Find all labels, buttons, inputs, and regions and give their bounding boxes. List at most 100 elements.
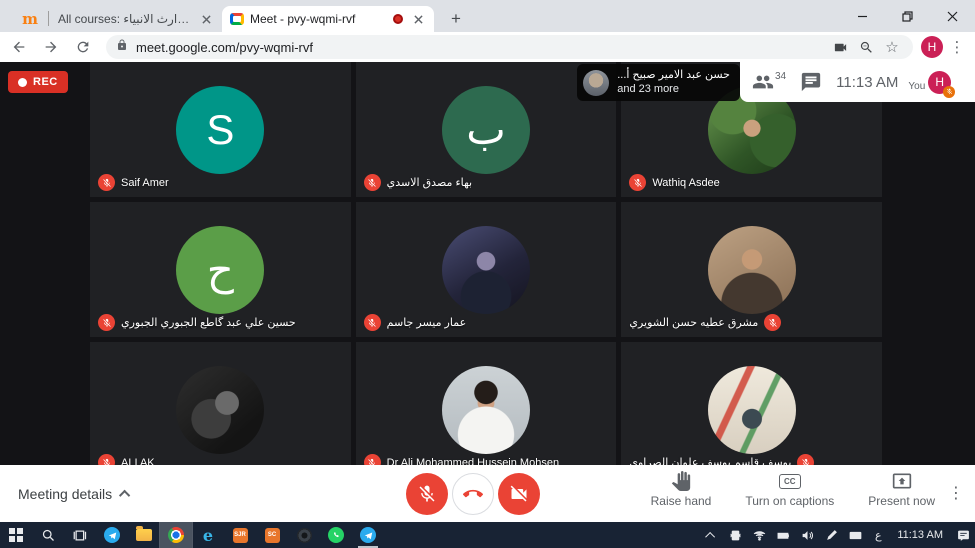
lock-icon — [116, 38, 128, 56]
chat-icon — [800, 71, 822, 93]
chrome-icon — [168, 527, 184, 543]
restore-button[interactable] — [885, 0, 930, 32]
avatar: ح — [176, 226, 264, 314]
telegram-icon — [104, 527, 120, 543]
battery-icon — [777, 529, 790, 542]
tab-separator — [48, 11, 49, 26]
present-now-button[interactable]: Present now — [868, 471, 935, 508]
moodle-favicon-icon: m — [22, 10, 38, 28]
participant-tile[interactable]: ح حسين علي عبد گاطع الجبوري الجبوري — [90, 202, 351, 337]
taskbar-app-sc[interactable]: SC — [256, 522, 288, 548]
call-end-icon — [463, 484, 483, 504]
forward-button[interactable] — [38, 34, 64, 60]
captions-label: Turn on captions — [745, 494, 834, 508]
meeting-details-button[interactable]: Meeting details — [18, 465, 130, 522]
taskbar-media-app[interactable] — [288, 522, 320, 548]
mic-muted-icon — [364, 454, 381, 465]
participant-name-tag: مشرق عطيه حسن الشويري — [629, 314, 781, 331]
tray-pen-button[interactable] — [819, 522, 843, 548]
mic-muted-icon — [98, 174, 115, 191]
close-button[interactable] — [930, 0, 975, 32]
tab-close-icon[interactable] — [410, 11, 426, 27]
tray-wifi-button[interactable] — [747, 522, 771, 548]
bookmark-star-icon[interactable]: ☆ — [881, 36, 903, 58]
participant-name: Saif Amer — [121, 177, 169, 189]
screen: m All courses: جامعة وارث الانبياء Meet … — [0, 0, 975, 548]
meet-control-bar: Meeting details Raise hand CC Turn on ca… — [0, 465, 975, 522]
taskbar-whatsapp[interactable] — [320, 522, 352, 548]
sjr-app-icon: SJR — [233, 528, 248, 543]
speaker-name: حسن عبد الامير صبيح أ... — [617, 69, 730, 83]
avatar-photo — [442, 226, 530, 314]
raise-hand-button[interactable]: Raise hand — [651, 471, 712, 508]
taskbar-app-sjr[interactable]: SJR — [224, 522, 256, 548]
taskbar-clock[interactable]: 11:13 AM — [889, 529, 951, 541]
captions-button[interactable]: CC Turn on captions — [745, 471, 834, 508]
taskbar-telegram-2-active[interactable] — [352, 522, 384, 548]
participant-name-tag: Dr Ali Mohammed Hussein Mohsen — [364, 454, 559, 465]
more-options-icon[interactable]: ⋮ — [947, 483, 965, 503]
meet-stage: REC S Saif Amer ب بهاء مصدق الاسدي — [0, 62, 975, 465]
tray-touch-keyboard-button[interactable] — [843, 522, 867, 548]
raise-hand-label: Raise hand — [651, 494, 712, 508]
cast-device-icon — [729, 529, 742, 542]
present-icon — [892, 471, 912, 491]
tray-expand-button[interactable] — [699, 522, 723, 548]
participant-tile[interactable]: يوسف قاسم يوسف علوان الصراوي — [621, 342, 882, 465]
taskbar-chrome-active[interactable] — [160, 522, 192, 548]
leave-call-button[interactable] — [452, 473, 494, 515]
participant-name: بهاء مصدق الاسدي — [387, 176, 472, 189]
participant-name: يوسف قاسم يوسف علوان الصراوي — [629, 456, 791, 465]
search-button[interactable] — [32, 522, 64, 548]
avatar-photo — [708, 366, 796, 454]
avatar-photo — [176, 366, 264, 454]
tray-battery-button[interactable] — [771, 522, 795, 548]
captions-icon: CC — [779, 474, 801, 489]
taskbar-telegram[interactable] — [96, 522, 128, 548]
language-indicator[interactable]: ع — [867, 529, 889, 542]
hand-icon — [671, 471, 691, 491]
tab-recording-indicator-icon — [393, 14, 403, 24]
start-button[interactable] — [0, 522, 32, 548]
taskbar-file-explorer[interactable] — [128, 522, 160, 548]
zoom-out-icon[interactable] — [855, 36, 877, 58]
participant-tile[interactable]: S Saif Amer — [90, 62, 351, 197]
reload-button[interactable] — [70, 34, 96, 60]
more-participants-label: and 23 more — [617, 83, 679, 97]
active-speaker-pill[interactable]: حسن عبد الامير صبيح أ... and 23 more — [577, 64, 740, 101]
participant-name-tag: يوسف قاسم يوسف علوان الصراوي — [629, 454, 814, 465]
meeting-clock: 11:13 AM — [836, 74, 898, 91]
address-bar[interactable]: meet.google.com/pvy-wqmi-rvf ☆ — [106, 35, 913, 59]
tab-all-courses[interactable]: All courses: جامعة وارث الانبياء — [52, 6, 220, 32]
participants-button[interactable]: 34 — [752, 71, 786, 93]
participant-tile[interactable]: Dr Ali Mohammed Hussein Mohsen — [356, 342, 617, 465]
chat-button[interactable] — [800, 71, 822, 93]
taskbar-edge[interactable]: e — [192, 522, 224, 548]
mic-muted-icon — [364, 314, 381, 331]
tab-meet-active[interactable]: Meet - pvy-wqmi-rvf — [222, 6, 434, 32]
browser-profile-avatar[interactable]: H — [921, 36, 943, 58]
tray-volume-button[interactable] — [795, 522, 819, 548]
present-label: Present now — [868, 494, 935, 508]
camera-in-use-icon[interactable] — [829, 36, 851, 58]
tray-cast-button[interactable] — [723, 522, 747, 548]
task-view-button[interactable] — [64, 522, 96, 548]
self-muted-badge-icon — [943, 86, 955, 98]
self-view[interactable]: You H — [908, 71, 951, 94]
new-tab-button[interactable]: + — [444, 7, 468, 31]
action-center-button[interactable] — [951, 522, 975, 548]
participant-name: ALI AK — [121, 457, 155, 466]
minimize-button[interactable] — [840, 0, 885, 32]
chevron-up-icon — [119, 489, 130, 500]
browser-menu-icon[interactable]: ⋮ — [947, 38, 967, 56]
participant-tile[interactable]: ALI AK — [90, 342, 351, 465]
camera-off-button[interactable] — [498, 473, 540, 515]
tab-close-icon[interactable] — [198, 11, 214, 27]
disc-app-icon — [297, 528, 312, 543]
mute-microphone-button[interactable] — [406, 473, 448, 515]
participant-tile[interactable]: عمار ميسر جاسم — [356, 202, 617, 337]
back-button[interactable] — [6, 34, 32, 60]
participant-name-tag: عمار ميسر جاسم — [364, 314, 466, 331]
participant-tile[interactable]: مشرق عطيه حسن الشويري — [621, 202, 882, 337]
tab-moodle-pinned[interactable]: m — [12, 6, 48, 32]
